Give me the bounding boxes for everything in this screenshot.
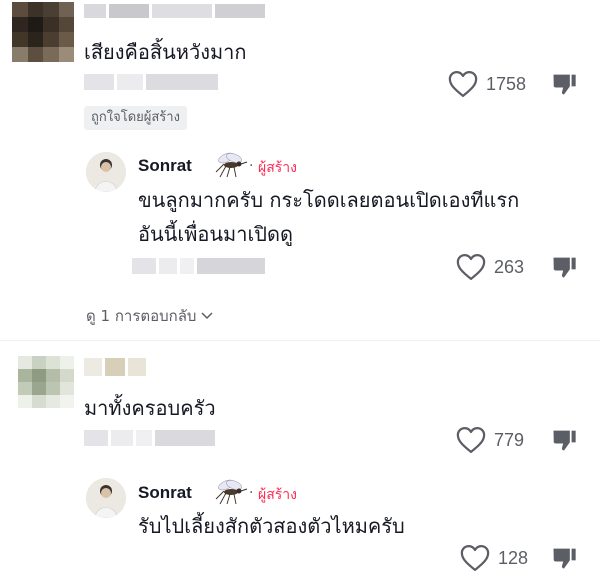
username-blurred[interactable]	[84, 4, 274, 18]
liked-by-creator-badge: ถูกใจโดยผู้สร้าง	[84, 106, 187, 130]
dislike-icon[interactable]	[550, 544, 578, 572]
reply-author[interactable]: Sonrat	[138, 156, 192, 176]
timestamp-blurred	[84, 74, 244, 90]
heart-icon	[456, 427, 486, 453]
avatar[interactable]	[12, 2, 74, 62]
timestamp-blurred	[84, 430, 244, 446]
heart-icon	[448, 71, 478, 97]
separator-dot: ·	[249, 485, 254, 501]
heart-icon	[456, 254, 486, 280]
creator-tag: ผู้สร้าง	[258, 160, 297, 176]
like-button[interactable]: 1758	[448, 70, 526, 98]
comment-text: มาทั้งครอบครัว	[84, 396, 216, 420]
chevron-down-icon	[201, 312, 213, 320]
heart-icon	[460, 545, 490, 571]
like-count: 779	[494, 429, 525, 450]
comment-text: เสียงคือสิ้นหวังมาก	[84, 40, 247, 64]
view-replies-label: ดู 1 การตอบกลับ	[86, 307, 197, 325]
username-blurred[interactable]	[84, 358, 194, 376]
avatar[interactable]	[18, 356, 74, 408]
creator-tag: ผู้สร้าง	[258, 487, 297, 503]
separator-dot: ·	[249, 158, 254, 174]
like-button[interactable]: 779	[456, 426, 524, 454]
creator-avatar[interactable]	[86, 152, 126, 192]
reply-text-line2: อันนี้เพื่อนมาเปิดดู	[138, 222, 293, 246]
creator-avatar[interactable]	[86, 478, 126, 518]
reply-author[interactable]: Sonrat	[138, 483, 192, 503]
mosquito-emoji-icon	[215, 152, 248, 178]
person-photo-icon	[86, 152, 126, 192]
like-count: 263	[494, 256, 525, 277]
reply-text-line1: ขนลูกมากครับ กระโดดเลยตอนเปิดเองทีแรก	[138, 188, 520, 212]
view-replies-button[interactable]: ดู 1 การตอบกลับ	[86, 304, 214, 328]
like-count: 128	[498, 547, 529, 568]
dislike-icon[interactable]	[550, 253, 578, 281]
dislike-icon[interactable]	[550, 70, 578, 98]
dislike-icon[interactable]	[550, 426, 578, 454]
like-button[interactable]: 263	[456, 253, 524, 281]
like-button[interactable]: 128	[460, 544, 528, 572]
divider	[0, 340, 600, 341]
person-photo-icon	[86, 478, 126, 518]
timestamp-blurred	[132, 258, 292, 274]
mosquito-emoji-icon	[215, 479, 248, 505]
like-count: 1758	[486, 73, 527, 94]
reply-text: รับไปเลี้ยงสักตัวสองตัวไหมครับ	[138, 514, 405, 538]
